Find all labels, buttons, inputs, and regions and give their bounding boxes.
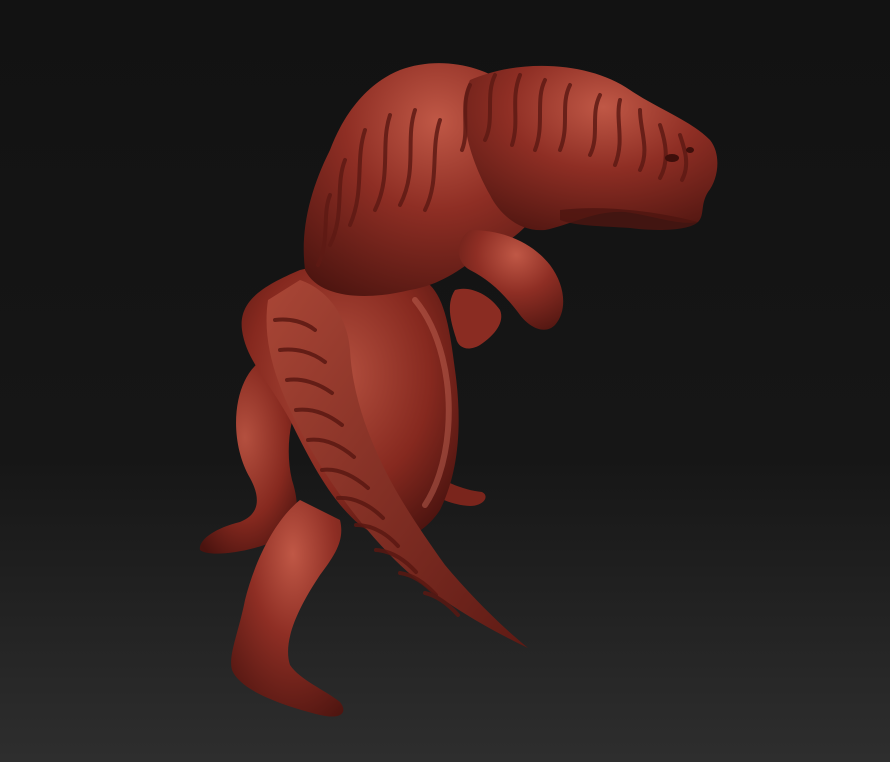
sculpt-render	[0, 0, 890, 762]
eye	[665, 154, 679, 162]
viewport-canvas[interactable]	[0, 0, 890, 762]
nostril	[686, 147, 694, 153]
